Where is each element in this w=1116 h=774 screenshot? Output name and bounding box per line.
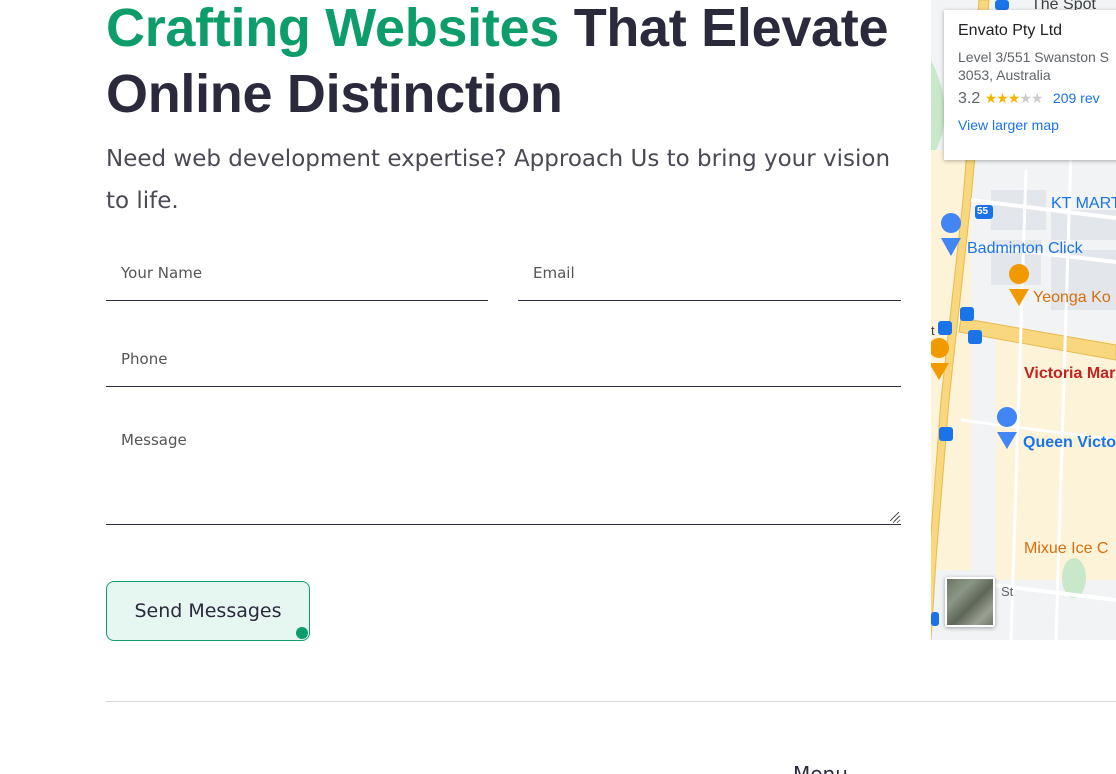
resize-grip-icon[interactable] [890,512,899,521]
map-label-mixue: Mixue Ice C [1024,540,1109,557]
map-label-street: St [1001,584,1014,599]
place-name: Envato Pty Ltd [958,22,1063,39]
email-input[interactable] [518,246,901,300]
map-label-queen-victoria: Queen Victo [1023,434,1116,451]
name-input[interactable] [106,246,488,300]
headline-rest: That Elevate [573,0,889,58]
rating-stars-icon: ★★★★★ [984,90,1044,106]
name-field [106,246,488,301]
message-textarea[interactable] [106,417,901,524]
phone-input[interactable] [106,332,901,386]
address-line2: 3053, Australia [958,67,1051,83]
button-dot-icon [296,627,308,639]
headline-line2: Online Distinction [106,64,563,124]
rating-row: 3.2 ★★★★★ 209 rev [958,90,1116,108]
section-divider [106,701,1116,702]
map-info-card: Envato Pty Ltd Level 3/551 Swanston S 30… [944,10,1116,160]
hero-subtext: Need web development expertise? Approach… [106,146,891,214]
headline-accent: Crafting Websites [106,0,559,58]
satellite-toggle-button[interactable] [945,577,995,627]
address-line1: Level 3/551 Swanston S [958,49,1109,65]
rating-value: 3.2 [958,90,981,107]
place-address: Level 3/551 Swanston S 3053, Australia [958,48,1116,84]
phone-field [106,332,901,387]
footer-menu-title: Menu [793,762,848,774]
message-field [106,417,901,525]
email-field [518,246,901,301]
view-larger-map-link[interactable]: View larger map [958,117,1116,133]
map-label-yeonga: Yeonga Ko [1033,289,1111,306]
map-label-victoria-market: Victoria Mar [1024,365,1116,382]
send-messages-button[interactable]: Send Messages [106,581,310,641]
map-label-badminton: Badminton Click [967,240,1083,257]
map-label-t: t [931,323,935,338]
reviews-link[interactable]: 209 rev [1053,90,1100,106]
map-label-kt-mart: KT MART [1051,195,1116,212]
route-number: 55 [977,206,989,217]
